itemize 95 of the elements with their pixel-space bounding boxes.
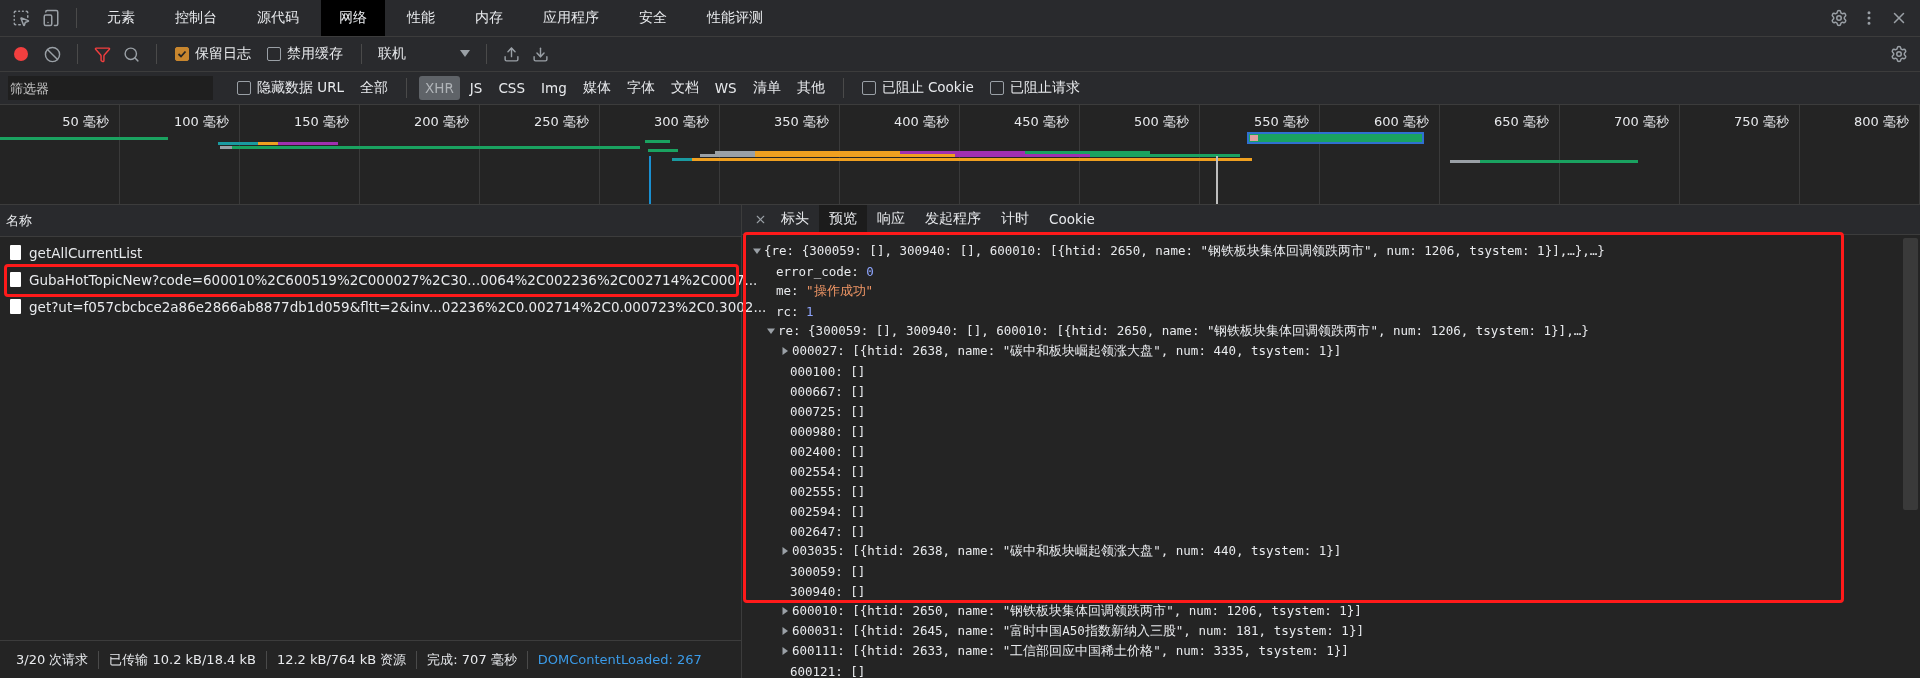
disclosure-triangle-icon[interactable]	[780, 546, 790, 556]
panel-tab[interactable]: 性能	[389, 0, 453, 36]
checkbox-label[interactable]: 已阻止请求	[1009, 79, 1080, 97]
detail-tab[interactable]: Cookie	[1039, 205, 1105, 234]
file-icon	[10, 272, 21, 287]
type-filter[interactable]: 全部	[354, 76, 395, 100]
property-text: 000027: [{htid: 2638, name: "碳中和板块崛起领涨大盘", num: 440, tsystem: 1}]	[792, 342, 1342, 360]
panel-tab[interactable]: 安全	[621, 0, 685, 36]
panel-tab[interactable]: 控制台	[157, 0, 235, 36]
disclosure-triangle-icon[interactable]	[780, 626, 790, 636]
filter-field[interactable]: 筛选器	[8, 76, 213, 100]
disclosure-triangle-icon[interactable]	[780, 606, 790, 616]
detail-tab[interactable]: 计时	[991, 205, 1039, 234]
detail-tab[interactable]: 预览	[819, 205, 867, 234]
throttling-select[interactable]: 联机	[374, 42, 474, 66]
type-filter[interactable]: Img	[535, 76, 573, 100]
detail-tab[interactable]: 响应	[867, 205, 915, 234]
check-icon	[177, 49, 187, 59]
file-icon	[10, 245, 21, 260]
property-text: 600010: [{htid: 2650, name: "钢铁板块集体回调领跌两市", num: 1206, tsystem: 1}]	[792, 602, 1362, 620]
property-text: 600111: [{htid: 2633, name: "工信部回应中国稀土价格", num: 3335, tsystem: 1}]	[792, 642, 1349, 660]
record-button[interactable]	[14, 47, 28, 61]
column-header: 名称	[6, 211, 32, 230]
tick-label: 300 毫秒	[654, 114, 709, 129]
panel-tab[interactable]: 源代码	[239, 0, 317, 36]
type-filter[interactable]: 媒体	[576, 76, 617, 100]
disclosure-triangle-icon[interactable]	[752, 246, 762, 256]
property-text: {re: {300059: [], 300940: [], 600010: [{htid: 2650, name: "钢铁板块集体回调领跌两市", num: 1206, tsystem: 1}],…},…}	[764, 242, 1605, 260]
disclosure-triangle-icon[interactable]	[780, 346, 790, 356]
property-text: 600121: []	[790, 663, 866, 678]
property-text: error_code: 0	[776, 263, 874, 279]
tick-label: 350 毫秒	[774, 114, 829, 129]
property-text: 002555: []	[790, 483, 866, 499]
checkbox[interactable]	[861, 81, 876, 95]
tick-label: 450 毫秒	[1014, 114, 1069, 129]
type-filter[interactable]: JS	[463, 76, 489, 100]
property-text: 002647: []	[790, 523, 866, 539]
status-text: 已传输 10.2 kB/18.4 kB	[99, 650, 267, 669]
status-text: 3/20 次请求	[6, 650, 100, 669]
property-text: me: "操作成功"	[776, 282, 874, 300]
type-filter[interactable]: 其他	[790, 76, 831, 100]
property-text: 000725: []	[790, 403, 866, 419]
disclosure-triangle-icon[interactable]	[766, 326, 776, 336]
tick-label: 800 毫秒	[1854, 114, 1909, 129]
panel-tab[interactable]: 应用程序	[525, 0, 617, 36]
property-text: 300059: []	[790, 563, 866, 579]
tick-label: 100 毫秒	[174, 114, 229, 129]
checkbox-label[interactable]: 隐藏数据 URL	[257, 79, 345, 97]
property-text: 300940: []	[790, 583, 866, 599]
property-text: 600031: [{htid: 2645, name: "富时中国A50指数新纳入三股", num: 181, tsystem: 1}]	[792, 622, 1364, 640]
property-text: re: {300059: [], 300940: [], 600010: [{htid: 2650, name: "钢铁板块集体回调领跌两市", num: 1206, tsystem: 1}],…}	[778, 322, 1589, 340]
request-name[interactable]: getAllCurrentList	[29, 244, 143, 261]
file-icon	[10, 299, 21, 314]
panel-tab[interactable]: 元素	[89, 0, 153, 36]
property-text: 000100: []	[790, 363, 866, 379]
checkbox-label[interactable]: 已阻止 Cookie	[881, 79, 974, 97]
tick-label: 200 毫秒	[414, 114, 469, 129]
tick-label: 600 毫秒	[1374, 114, 1429, 129]
property-text: 002554: []	[790, 463, 866, 479]
tick-label: 700 毫秒	[1614, 114, 1669, 129]
type-filter[interactable]: 字体	[620, 76, 661, 100]
tick-label: 250 毫秒	[534, 114, 589, 129]
tick-label: 150 毫秒	[294, 114, 349, 129]
type-filter[interactable]: WS	[708, 76, 743, 100]
caret-icon	[460, 50, 470, 58]
tick-label: 750 毫秒	[1734, 114, 1789, 129]
detail-tab[interactable]: 发起程序	[915, 205, 991, 234]
detail-tab[interactable]: 标头	[771, 205, 819, 234]
checkbox-label[interactable]: 保留日志	[195, 45, 251, 63]
type-filter[interactable]: CSS	[492, 76, 531, 100]
property-text: 003035: [{htid: 2638, name: "碳中和板块崛起领涨大盘", num: 440, tsystem: 1}]	[792, 542, 1342, 560]
status-text: 完成: 707 毫秒	[417, 650, 528, 669]
tick-label: 50 毫秒	[62, 114, 109, 129]
tick-label: 500 毫秒	[1134, 114, 1189, 129]
panel-tab[interactable]: 性能评测	[689, 0, 781, 36]
tick-label: 550 毫秒	[1254, 114, 1309, 129]
type-filter[interactable]: 清单	[746, 76, 787, 100]
property-text: 000980: []	[790, 423, 866, 439]
property-text: rc: 1	[776, 303, 814, 319]
type-filter[interactable]: 文档	[664, 76, 705, 100]
status-text: 12.2 kB/764 kB 资源	[266, 650, 418, 669]
disclosure-triangle-icon[interactable]	[780, 646, 790, 656]
property-text: 002400: []	[790, 443, 866, 459]
checkbox-label[interactable]: 禁用缓存	[287, 45, 343, 63]
checkbox[interactable]	[175, 47, 189, 61]
panel-tab[interactable]: 网络	[321, 0, 385, 36]
tick-label: 650 毫秒	[1494, 114, 1549, 129]
property-text: 000667: []	[790, 383, 866, 399]
status-link[interactable]: DOMContentLoaded: 267	[527, 652, 712, 667]
panel-tab[interactable]: 内存	[457, 0, 521, 36]
tick-label: 400 毫秒	[894, 114, 949, 129]
checkbox[interactable]	[989, 81, 1004, 95]
property-text: 002594: []	[790, 503, 866, 519]
checkbox[interactable]	[267, 47, 281, 61]
checkbox[interactable]	[237, 81, 251, 95]
